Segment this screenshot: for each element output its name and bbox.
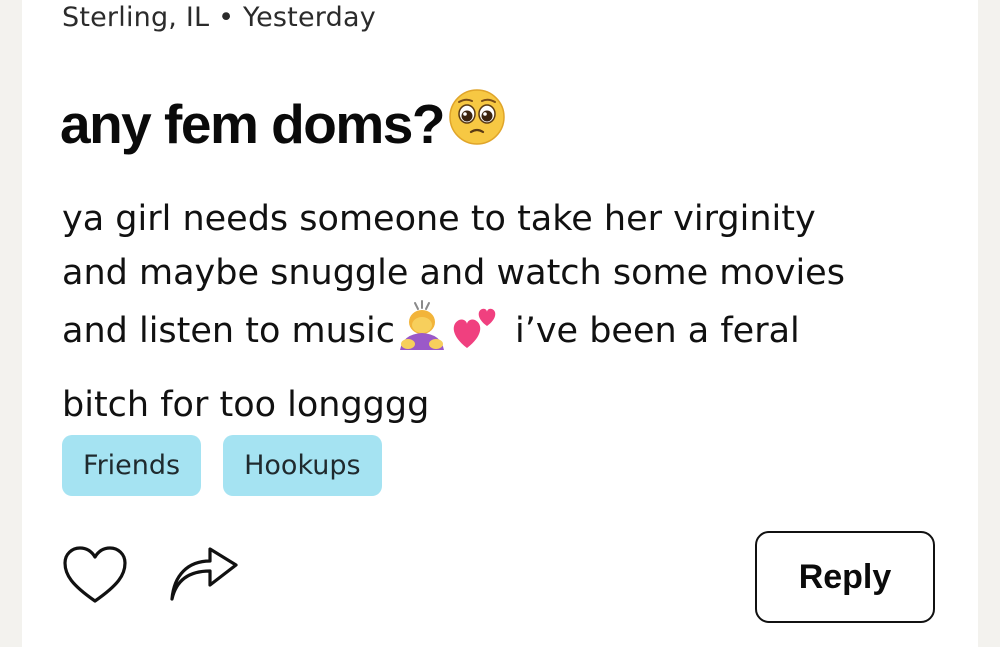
post-location: Sterling, IL: [62, 2, 210, 33]
tag-friends[interactable]: Friends: [62, 435, 202, 496]
two-hearts-icon: [449, 300, 501, 364]
heart-icon[interactable]: [62, 545, 128, 609]
body-line-1: ya girl needs someone to take her virgin…: [62, 199, 816, 239]
post-title: any fem doms?: [60, 92, 445, 155]
tag-hookups[interactable]: Hookups: [223, 435, 382, 496]
reply-button[interactable]: Reply: [755, 531, 935, 623]
body-line-4: bitch for too longggg: [62, 385, 430, 425]
meta-separator: •: [218, 2, 235, 33]
body-line-2: and maybe snuggle and watch some movies: [62, 253, 845, 293]
post-time: Yesterday: [243, 2, 376, 33]
post-meta: Sterling, IL • Yesterday: [62, 2, 376, 33]
person-bowing-icon: [395, 300, 449, 364]
tag-list: Friends Hookups: [62, 435, 382, 496]
post-actions: [62, 545, 240, 609]
share-arrow-icon[interactable]: [168, 547, 240, 607]
body-line-3-text: and listen to music: [62, 311, 395, 351]
body-line-3: and listen to music i’ve been a feral: [62, 300, 942, 364]
body-line-3-tail: i’ve been a feral: [514, 311, 800, 351]
post-title-row: any fem doms?: [60, 88, 506, 159]
pleading-face-icon: [448, 88, 506, 159]
post-body: ya girl needs someone to take her virgin…: [62, 192, 942, 432]
